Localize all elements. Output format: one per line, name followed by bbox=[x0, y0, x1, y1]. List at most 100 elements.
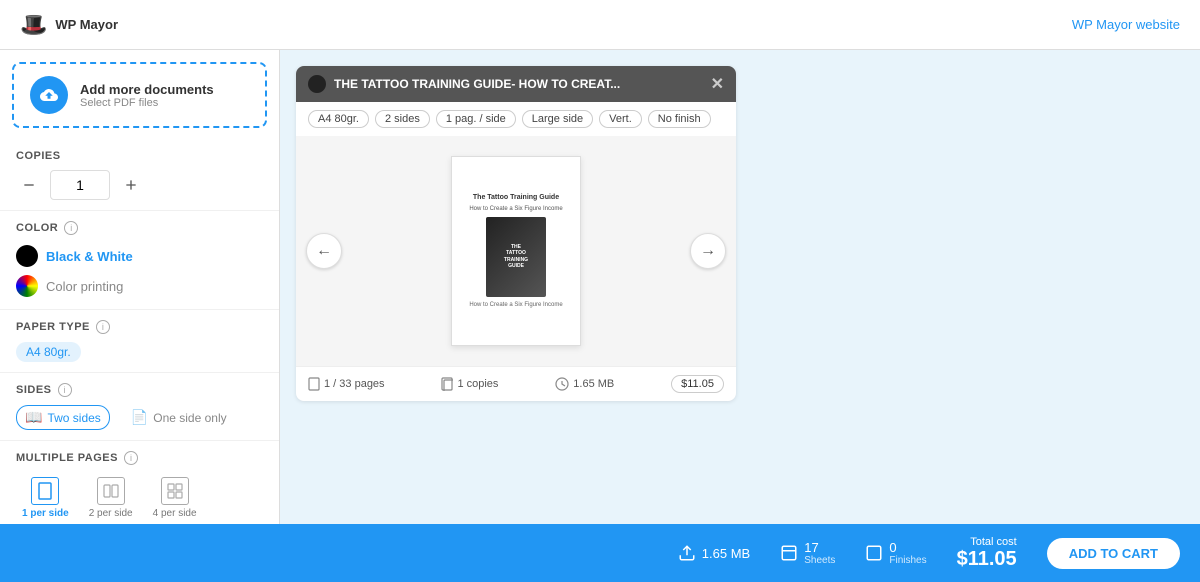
document-preview-image: The Tattoo Training Guide How to Create … bbox=[451, 156, 581, 346]
color-option-color[interactable]: Color printing bbox=[16, 273, 263, 299]
pages-icon bbox=[308, 377, 320, 391]
color-label: COLOR bbox=[16, 222, 58, 234]
preview-footer-text: How to Create a Six Figure Income bbox=[460, 301, 572, 309]
tag-size[interactable]: Large side bbox=[522, 110, 593, 128]
color-icon bbox=[16, 275, 38, 297]
bottom-sheets-area: 17 Sheets bbox=[804, 540, 835, 566]
sides-header: SIDES i bbox=[16, 383, 263, 397]
copies-section: COPIES 1 bbox=[0, 140, 279, 211]
color-printing-label: Color printing bbox=[46, 279, 123, 294]
copies-icon bbox=[441, 377, 453, 391]
paper-type-badge[interactable]: A4 80gr. bbox=[16, 342, 81, 362]
upload-text: Add more documents Select PDF files bbox=[80, 82, 214, 109]
doc-price-badge: $11.05 bbox=[671, 375, 724, 393]
logo-icon: 🎩 bbox=[20, 12, 47, 38]
book-cover-text: THETATTOOTRAININGGUIDE bbox=[504, 244, 528, 270]
doc-pages-label: 1 / 33 pages bbox=[324, 378, 385, 390]
multiple-pages-info-icon[interactable]: i bbox=[124, 451, 138, 465]
tag-finish[interactable]: No finish bbox=[648, 110, 711, 128]
finishes-icon bbox=[865, 544, 883, 562]
upload-area[interactable]: Add more documents Select PDF files bbox=[12, 62, 267, 128]
copies-header: COPIES bbox=[16, 150, 263, 162]
logo-text: WP Mayor bbox=[55, 17, 118, 32]
one-side-label: One side only bbox=[153, 411, 226, 425]
previous-page-button[interactable]: ← bbox=[306, 233, 342, 269]
paper-type-header: PAPER TYPE i bbox=[16, 320, 263, 334]
bottom-finishes: 0 Finishes bbox=[865, 540, 926, 566]
bottom-sheets-label: Sheets bbox=[804, 555, 835, 566]
upload-icon bbox=[40, 86, 58, 104]
copies-increase-button[interactable] bbox=[118, 172, 144, 198]
total-cost-area: Total cost $11.05 bbox=[957, 536, 1017, 571]
bottom-sheets: 17 Sheets bbox=[780, 540, 835, 566]
1pp-label: 1 per side bbox=[22, 508, 69, 519]
document-card-header: THE TATTOO TRAINING GUIDE- HOW TO CREAT.… bbox=[296, 66, 736, 102]
paper-type-section: PAPER TYPE i A4 80gr. bbox=[0, 310, 279, 373]
bw-icon bbox=[16, 245, 38, 267]
bottom-sheets-value: 17 bbox=[804, 540, 835, 555]
size-icon bbox=[555, 377, 569, 391]
copies-decrease-button[interactable] bbox=[16, 172, 42, 198]
two-sides-label: Two sides bbox=[47, 411, 100, 425]
sides-info-icon[interactable]: i bbox=[58, 383, 72, 397]
upload-bottom-icon bbox=[678, 544, 696, 562]
side-option-two[interactable]: 📖 Two sides bbox=[16, 405, 110, 430]
page-option-2pp[interactable]: 2 per side bbox=[83, 473, 139, 523]
one-side-icon: 📄 bbox=[131, 409, 148, 426]
total-cost-label: Total cost bbox=[957, 536, 1017, 548]
color-section: COLOR i Black & White Color printing bbox=[0, 211, 279, 310]
preview-title: The Tattoo Training Guide bbox=[460, 193, 572, 203]
bottom-finishes-area: 0 Finishes bbox=[889, 540, 926, 566]
doc-preview-text: The Tattoo Training Guide How to Create … bbox=[460, 193, 572, 310]
color-option-bw[interactable]: Black & White bbox=[16, 243, 263, 269]
doc-copies-info: 1 copies bbox=[441, 377, 498, 391]
1pp-icon bbox=[31, 477, 59, 505]
sheets-icon bbox=[780, 544, 798, 562]
sides-section: SIDES i 📖 Two sides 📄 One side only bbox=[0, 373, 279, 441]
tag-sides[interactable]: 2 sides bbox=[375, 110, 430, 128]
upload-main-label: Add more documents bbox=[80, 82, 214, 97]
main-area: Add more documents Select PDF files COPI… bbox=[0, 50, 1200, 524]
logo-area: 🎩 WP Mayor bbox=[20, 12, 118, 38]
copies-input[interactable]: 1 bbox=[50, 170, 110, 200]
color-options: Black & White Color printing bbox=[16, 243, 263, 299]
page-option-4pp[interactable]: 4 per side bbox=[147, 473, 203, 523]
preview-subtitle: How to Create a Six Figure Income bbox=[460, 205, 572, 213]
document-tags-row: A4 80gr. 2 sides 1 pag. / side Large sid… bbox=[296, 102, 736, 136]
bottom-finishes-value: 0 bbox=[889, 540, 926, 555]
page-option-1pp[interactable]: 1 per side bbox=[16, 473, 75, 523]
wp-mayor-link[interactable]: WP Mayor website bbox=[1072, 17, 1180, 32]
4pp-icon bbox=[161, 477, 189, 505]
bottom-bar: 1.65 MB 17 Sheets 0 Finishes Total cost … bbox=[0, 524, 1200, 582]
next-page-button[interactable]: → bbox=[690, 233, 726, 269]
top-bar: 🎩 WP Mayor WP Mayor website bbox=[0, 0, 1200, 50]
copies-row: 1 bbox=[16, 170, 263, 200]
color-info-icon[interactable]: i bbox=[64, 221, 78, 235]
doc-header-left: THE TATTOO TRAINING GUIDE- HOW TO CREAT.… bbox=[308, 75, 620, 93]
right-area: THE TATTOO TRAINING GUIDE- HOW TO CREAT.… bbox=[280, 50, 1200, 524]
doc-copies-label: 1 copies bbox=[457, 378, 498, 390]
document-card-footer: 1 / 33 pages 1 copies 1.65 MB $11.05 bbox=[296, 366, 736, 401]
side-option-one[interactable]: 📄 One side only bbox=[122, 405, 236, 430]
document-close-button[interactable]: ✕ bbox=[711, 74, 724, 94]
2pp-icon bbox=[97, 477, 125, 505]
bottom-filesize: 1.65 MB bbox=[678, 544, 750, 562]
total-cost-value: $11.05 bbox=[957, 548, 1017, 571]
bottom-finishes-label: Finishes bbox=[889, 555, 926, 566]
2pp-label: 2 per side bbox=[89, 508, 133, 519]
paper-type-label: PAPER TYPE bbox=[16, 321, 90, 333]
multiple-pages-header: MULTIPLE PAGES i bbox=[16, 451, 263, 465]
tag-pages-per-side[interactable]: 1 pag. / side bbox=[436, 110, 516, 128]
4pp-label: 4 per side bbox=[153, 508, 197, 519]
preview-book-cover: THETATTOOTRAININGGUIDE bbox=[486, 217, 546, 297]
paper-type-info-icon[interactable]: i bbox=[96, 320, 110, 334]
copies-label: COPIES bbox=[16, 150, 61, 162]
add-to-cart-button[interactable]: ADD TO CART bbox=[1047, 538, 1180, 569]
bottom-size-value: 1.65 MB bbox=[702, 546, 750, 561]
doc-size-info: 1.65 MB bbox=[555, 377, 614, 391]
tag-orientation[interactable]: Vert. bbox=[599, 110, 642, 128]
tag-paper[interactable]: A4 80gr. bbox=[308, 110, 369, 128]
sides-label: SIDES bbox=[16, 384, 52, 396]
multiple-pages-label: MULTIPLE PAGES bbox=[16, 452, 118, 464]
sides-options: 📖 Two sides 📄 One side only bbox=[16, 405, 263, 430]
